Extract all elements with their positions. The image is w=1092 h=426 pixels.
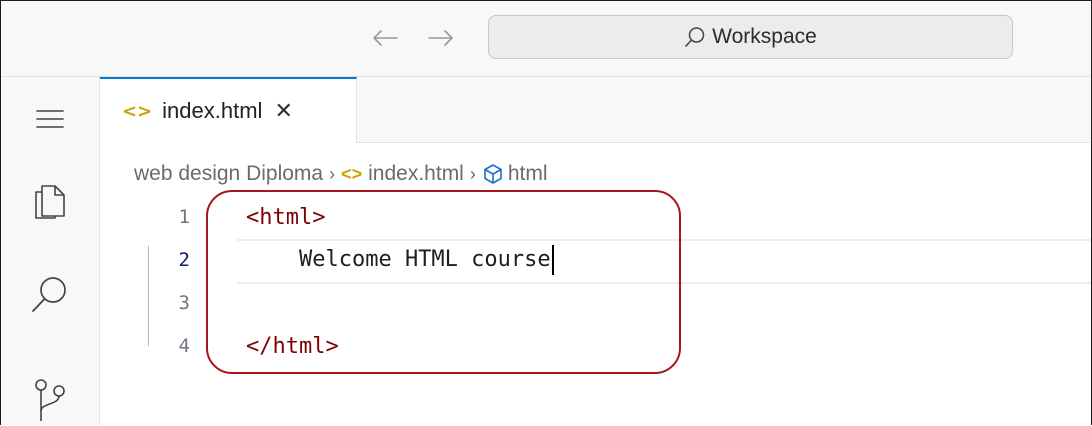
- html-file-icon: <>: [122, 100, 153, 122]
- tab-index-html[interactable]: <> index.html ✕: [100, 77, 357, 143]
- search-view-icon[interactable]: [28, 272, 72, 316]
- line-number: 2: [178, 249, 190, 271]
- symbol-element-icon: [482, 163, 504, 185]
- close-icon[interactable]: ✕: [274, 99, 292, 124]
- line-number: 4: [178, 335, 190, 357]
- activity-bar: [1, 77, 100, 425]
- code-text: <html>: [246, 204, 326, 230]
- chevron-right-icon: ›: [329, 163, 336, 184]
- tab-bar: <> index.html ✕: [100, 77, 1091, 143]
- arrow-right-icon: [428, 30, 453, 46]
- back-button[interactable]: [368, 21, 402, 55]
- code-text: </html>: [246, 333, 339, 359]
- title-bar: Workspace: [1, 1, 1091, 77]
- line-number: 3: [178, 292, 190, 314]
- code-line: 1 <html>: [100, 196, 1091, 238]
- code-line: 3: [100, 282, 1091, 324]
- breadcrumb-file[interactable]: index.html: [368, 162, 464, 186]
- breadcrumb-symbol[interactable]: html: [508, 162, 548, 186]
- menu-icon[interactable]: [28, 97, 72, 141]
- source-control-icon[interactable]: [28, 377, 72, 421]
- code-line: 4 </html>: [100, 325, 1091, 367]
- code-line-current: 2 Welcome HTML course: [100, 239, 1091, 281]
- search-icon: [684, 26, 706, 48]
- html-file-icon: <>: [341, 163, 363, 184]
- search-label: Workspace: [712, 25, 817, 48]
- breadcrumb-folder[interactable]: web design Diploma: [134, 162, 323, 186]
- current-line-highlight-bottom: [237, 282, 1091, 284]
- editor-window: Workspace <> index.html ✕ web design Dip…: [0, 0, 1092, 425]
- tab-label: index.html: [162, 98, 263, 123]
- code-editor[interactable]: 1 <html> 2 Welcome HTML course 3 4 </htm…: [100, 196, 1091, 425]
- code-text-wrap: Welcome HTML course: [246, 245, 554, 275]
- arrow-left-icon: [373, 30, 398, 46]
- breadcrumb: web design Diploma › <> index.html › htm…: [134, 158, 548, 190]
- text-cursor: [551, 245, 554, 275]
- indent-guide: [148, 246, 149, 346]
- current-line-highlight-top: [237, 239, 1091, 241]
- line-number: 1: [178, 206, 190, 228]
- explorer-icon[interactable]: [28, 178, 72, 222]
- code-text: Welcome HTML course: [246, 247, 551, 272]
- chevron-right-icon: ›: [469, 163, 476, 184]
- forward-button[interactable]: [424, 21, 458, 55]
- command-center-search[interactable]: Workspace: [488, 15, 1013, 59]
